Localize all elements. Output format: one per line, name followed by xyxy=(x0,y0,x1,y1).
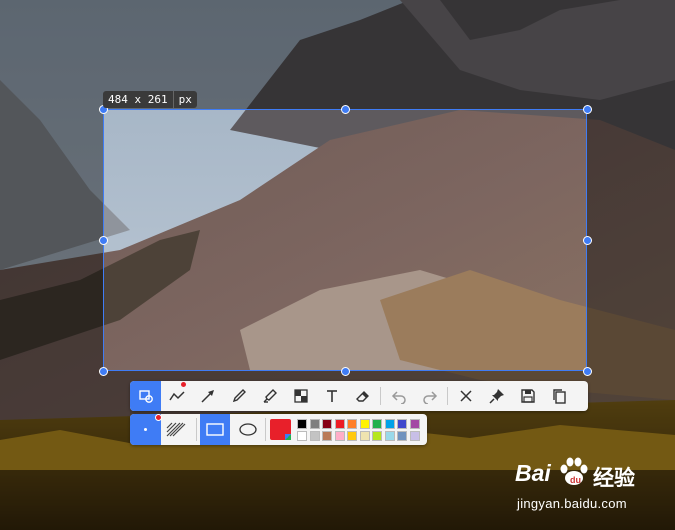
toolbar-separator xyxy=(380,387,381,405)
copy-icon xyxy=(552,389,566,404)
stroke-size-indicator-dot xyxy=(155,414,162,421)
watermark-brand-suffix: 经验 xyxy=(593,467,635,490)
options-separator xyxy=(196,418,197,441)
color-swatch[interactable] xyxy=(397,431,407,441)
cancel-icon xyxy=(459,390,472,402)
color-swatch[interactable] xyxy=(372,431,382,441)
arrow-icon xyxy=(200,390,214,403)
selection-shapes-button[interactable] xyxy=(130,381,161,411)
redo-icon xyxy=(422,391,437,404)
paw-icon: du xyxy=(560,457,588,485)
cancel-button[interactable] xyxy=(450,381,481,411)
stroke-size-small-icon xyxy=(144,428,147,431)
ellipse-shape-button[interactable] xyxy=(233,414,263,445)
capture-selection[interactable] xyxy=(103,109,587,371)
pin-button[interactable] xyxy=(481,381,512,411)
rectangle-icon xyxy=(206,423,224,436)
resize-handle-bottom[interactable] xyxy=(341,367,350,376)
fill-style-button[interactable] xyxy=(166,421,186,437)
resize-handle-bottom-right[interactable] xyxy=(583,367,592,376)
eraser-icon xyxy=(355,391,369,402)
baidu-jingyan-watermark: Bai du 经验 jingyan.baidu.com xyxy=(515,456,673,526)
color-swatch[interactable] xyxy=(409,431,420,441)
polyline-button[interactable] xyxy=(161,381,192,411)
resize-handle-left[interactable] xyxy=(99,236,108,245)
text-icon xyxy=(326,390,337,402)
options-separator xyxy=(265,418,266,441)
mosaic-button[interactable] xyxy=(285,381,316,411)
highlighter-icon xyxy=(263,389,277,403)
selection-shapes-icon xyxy=(138,390,153,403)
color-swatch[interactable] xyxy=(347,431,357,441)
pencil-icon xyxy=(232,389,246,403)
annotation-toolbar xyxy=(130,381,588,411)
svg-text:du: du xyxy=(570,475,581,485)
color-swatch[interactable] xyxy=(334,419,345,429)
undo-button[interactable] xyxy=(383,381,414,411)
color-swatch[interactable] xyxy=(372,419,382,429)
save-icon xyxy=(520,389,535,403)
polyline-indicator-dot xyxy=(181,382,186,387)
color-swatch[interactable] xyxy=(322,431,332,441)
color-swatch[interactable] xyxy=(347,419,357,429)
ellipse-icon xyxy=(239,423,257,436)
resize-handle-top[interactable] xyxy=(341,105,350,114)
hatch-fill-icon xyxy=(166,422,186,437)
color-swatch[interactable] xyxy=(359,431,370,441)
arrow-button[interactable] xyxy=(192,381,223,411)
pencil-button[interactable] xyxy=(223,381,254,411)
pin-icon xyxy=(488,389,504,404)
color-swatch[interactable] xyxy=(384,431,395,441)
polyline-icon xyxy=(168,391,185,401)
selection-size-value: 484 x 261 xyxy=(108,93,168,106)
mosaic-icon xyxy=(293,389,308,403)
watermark-url: jingyan.baidu.com xyxy=(517,496,627,511)
color-swatch[interactable] xyxy=(334,431,345,441)
resize-handle-bottom-left[interactable] xyxy=(99,367,108,376)
highlighter-button[interactable] xyxy=(254,381,285,411)
selection-size-unit: px xyxy=(172,91,197,108)
resize-handle-top-right[interactable] xyxy=(583,105,592,114)
selection-size-label: 484 x 261 px xyxy=(103,91,197,108)
color-swatch[interactable] xyxy=(297,431,307,441)
watermark-brand-prefix: Bai xyxy=(515,460,551,486)
tool-options-bar xyxy=(130,414,427,445)
color-swatch[interactable] xyxy=(409,419,420,429)
eraser-button[interactable] xyxy=(347,381,378,411)
color-swatch[interactable] xyxy=(384,419,395,429)
save-button[interactable] xyxy=(512,381,543,411)
stroke-size-small-button[interactable] xyxy=(130,414,162,445)
color-swatch[interactable] xyxy=(359,419,370,429)
copy-button[interactable] xyxy=(543,381,574,411)
undo-icon xyxy=(391,391,406,404)
text-button[interactable] xyxy=(316,381,347,411)
color-swatch[interactable] xyxy=(309,419,320,429)
resize-handle-right[interactable] xyxy=(583,236,592,245)
toolbar-separator xyxy=(447,387,448,405)
current-color-swatch[interactable] xyxy=(270,419,291,440)
color-swatch[interactable] xyxy=(397,419,407,429)
color-swatch[interactable] xyxy=(309,431,320,441)
color-swatch[interactable] xyxy=(322,419,332,429)
redo-button[interactable] xyxy=(414,381,445,411)
color-picker-icon xyxy=(285,434,291,440)
rectangle-shape-button[interactable] xyxy=(200,414,230,445)
color-swatch[interactable] xyxy=(297,419,307,429)
